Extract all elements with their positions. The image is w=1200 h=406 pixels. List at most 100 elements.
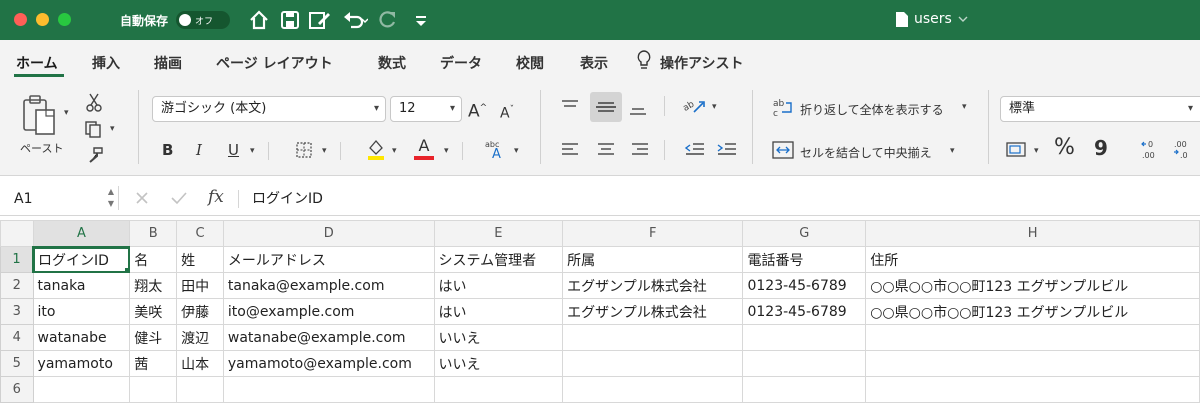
cell[interactable]: 住所 xyxy=(865,246,1200,273)
cell[interactable]: 0123-45-6789 xyxy=(742,298,867,325)
tab-tell-me[interactable]: 操作アシスト xyxy=(660,53,743,73)
row-header[interactable]: 6 xyxy=(0,376,34,403)
borders-icon[interactable] xyxy=(296,142,312,162)
column-header-a[interactable]: A xyxy=(32,220,131,248)
cell[interactable]: 渡辺 xyxy=(176,324,224,351)
wrap-text-chevron[interactable]: ▾ xyxy=(962,102,967,112)
row-header[interactable]: 2 xyxy=(0,272,34,299)
cell[interactable]: watanabe xyxy=(32,324,131,351)
cell[interactable] xyxy=(742,350,867,377)
bold-button[interactable]: B xyxy=(162,140,173,160)
comma-button[interactable]: 9 xyxy=(1094,138,1108,158)
cell[interactable]: 翔太 xyxy=(129,272,178,299)
cell[interactable]: 電話番号 xyxy=(742,246,867,273)
column-header-c[interactable]: C xyxy=(176,220,224,247)
cell-a1[interactable]: ログインID xyxy=(32,246,131,273)
row-header[interactable]: 5 xyxy=(0,350,34,377)
wrap-text-label[interactable]: 折り返して全体を表示する xyxy=(800,101,944,118)
cell[interactable] xyxy=(742,324,867,351)
cell[interactable] xyxy=(32,376,131,403)
decrease-indent-icon[interactable] xyxy=(684,142,706,162)
cell[interactable] xyxy=(562,350,744,377)
column-header-e[interactable]: E xyxy=(433,220,564,247)
align-middle-button[interactable] xyxy=(590,92,622,122)
cell[interactable] xyxy=(562,324,744,351)
underline-options-chevron[interactable]: ▾ xyxy=(250,146,255,156)
accounting-chevron[interactable]: ▾ xyxy=(1034,146,1039,156)
align-top-icon[interactable] xyxy=(560,98,580,120)
fill-color-icon[interactable] xyxy=(366,138,386,164)
cell[interactable]: watanabe@example.com xyxy=(222,324,435,351)
close-window-button[interactable] xyxy=(14,13,27,26)
paste-button[interactable] xyxy=(20,94,62,140)
cell[interactable]: エグザンプル株式会社 xyxy=(562,298,744,325)
paste-options-chevron[interactable]: ▾ xyxy=(64,108,69,118)
name-box-stepper-icon[interactable]: ▲ ▼ xyxy=(108,186,114,210)
cancel-entry-icon[interactable] xyxy=(134,190,150,210)
merge-icon[interactable] xyxy=(772,140,794,164)
wrap-text-icon[interactable]: ab c xyxy=(772,98,794,122)
cell[interactable]: いいえ xyxy=(433,350,564,377)
chevron-down-icon[interactable] xyxy=(958,15,968,23)
scissors-icon[interactable] xyxy=(86,92,102,116)
minimize-window-button[interactable] xyxy=(36,13,49,26)
cell[interactable]: 美咲 xyxy=(129,298,178,325)
column-header-g[interactable]: G xyxy=(742,220,867,247)
decrease-decimal-icon[interactable]: .00.0 xyxy=(1172,138,1196,166)
undo-icon[interactable] xyxy=(342,9,368,31)
accounting-format-icon[interactable] xyxy=(1006,140,1028,164)
cell[interactable]: はい xyxy=(433,298,564,325)
grow-font-icon[interactable]: A^ xyxy=(468,98,487,122)
italic-button[interactable]: I xyxy=(196,140,202,160)
tab-home[interactable]: ホーム xyxy=(16,53,58,73)
cell[interactable]: ○○県○○市○○町123 エグザンプルビル xyxy=(865,298,1200,325)
tab-formulas[interactable]: 数式 xyxy=(378,53,406,73)
select-all-corner[interactable] xyxy=(0,220,34,247)
insert-function-button[interactable]: fx xyxy=(208,187,224,207)
cell[interactable]: 健斗 xyxy=(129,324,178,351)
cell[interactable]: いいえ xyxy=(433,324,564,351)
font-color-chevron[interactable]: ▾ xyxy=(444,146,449,156)
cell[interactable]: 姓 xyxy=(176,246,224,273)
tab-draw[interactable]: 描画 xyxy=(154,53,182,73)
zoom-window-button[interactable] xyxy=(58,13,71,26)
increase-decimal-icon[interactable]: 0.00 xyxy=(1140,138,1164,166)
font-color-button[interactable]: A xyxy=(414,136,434,160)
font-name-dropdown[interactable]: 游ゴシック (本文) ▾ xyxy=(152,96,386,122)
cell[interactable]: エグザンプル株式会社 xyxy=(562,272,744,299)
autosave-toggle[interactable]: オフ xyxy=(176,11,230,29)
formula-input[interactable]: ログインID xyxy=(252,188,323,208)
tab-review[interactable]: 校閲 xyxy=(516,53,544,73)
merge-label[interactable]: セルを結合して中央揃え xyxy=(800,144,932,161)
cell[interactable]: メールアドレス xyxy=(222,246,435,273)
cell[interactable]: yamamoto@example.com xyxy=(222,350,435,377)
cell[interactable]: はい xyxy=(433,272,564,299)
borders-options-chevron[interactable]: ▾ xyxy=(322,146,327,156)
cell[interactable]: tanaka xyxy=(32,272,131,299)
tab-insert[interactable]: 挿入 xyxy=(92,53,120,73)
fill-color-chevron[interactable]: ▾ xyxy=(392,146,397,156)
home-icon[interactable] xyxy=(248,9,270,31)
cell[interactable] xyxy=(742,376,867,403)
row-header[interactable]: 1 xyxy=(0,246,35,273)
cell[interactable]: システム管理者 xyxy=(433,246,564,273)
tab-view[interactable]: 表示 xyxy=(580,53,608,73)
cell[interactable] xyxy=(222,376,435,403)
column-header-h[interactable]: H xyxy=(865,220,1200,247)
merge-chevron[interactable]: ▾ xyxy=(950,146,955,156)
underline-button[interactable]: U xyxy=(228,140,239,160)
save-icon[interactable] xyxy=(280,9,300,31)
cell[interactable] xyxy=(562,376,744,403)
format-painter-icon[interactable] xyxy=(86,146,104,168)
number-format-dropdown[interactable]: 標準 ▾ xyxy=(1000,96,1200,122)
lightbulb-icon[interactable] xyxy=(636,50,652,74)
align-bottom-icon[interactable] xyxy=(628,100,648,122)
cell[interactable]: 田中 xyxy=(176,272,224,299)
percent-button[interactable]: % xyxy=(1054,137,1075,159)
cell[interactable]: 名 xyxy=(129,246,178,273)
phonetic-chevron[interactable]: ▾ xyxy=(514,146,519,156)
tab-page-layout[interactable]: ページ レイアウト xyxy=(216,53,333,73)
cell[interactable] xyxy=(865,350,1200,377)
name-box[interactable]: A1 ▲ ▼ xyxy=(6,186,116,212)
column-header-d[interactable]: D xyxy=(222,220,435,247)
